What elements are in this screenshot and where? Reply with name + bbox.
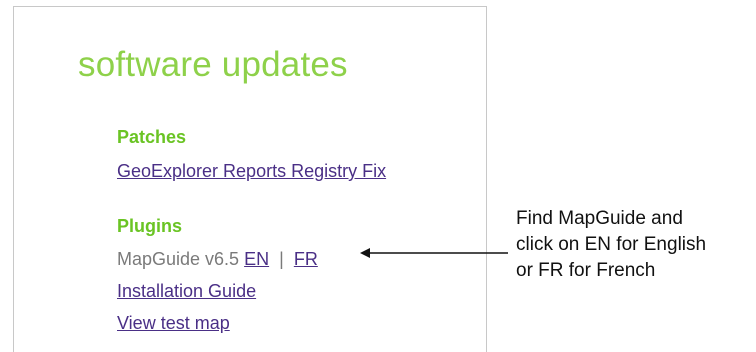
software-updates-panel: software updates Patches GeoExplorer Rep… [13,6,487,352]
patches-heading: Patches [117,127,187,147]
plugins-heading: Plugins [117,216,183,236]
instruction-annotation: Find MapGuide and click on EN for Englis… [516,206,751,284]
mapguide-en-link[interactable]: EN [244,249,269,269]
language-separator: | [279,249,284,269]
geoexplorer-registry-fix-link[interactable]: GeoExplorer Reports Registry Fix [117,161,386,182]
left-arrow-icon [360,248,508,258]
mapguide-row: MapGuide v6.5 EN | FR [117,249,318,270]
annotation-line: or FR for French [516,260,656,281]
installation-guide-link[interactable]: Installation Guide [117,281,256,302]
page-title: software updates [78,45,348,84]
screenshot-stage: software updates Patches GeoExplorer Rep… [0,0,756,352]
annotation-line: Find MapGuide and [516,208,683,229]
view-test-map-link[interactable]: View test map [117,313,230,334]
mapguide-label: MapGuide v6.5 [117,249,240,269]
annotation-line: click on EN for English [516,234,707,255]
mapguide-fr-link[interactable]: FR [294,249,318,269]
